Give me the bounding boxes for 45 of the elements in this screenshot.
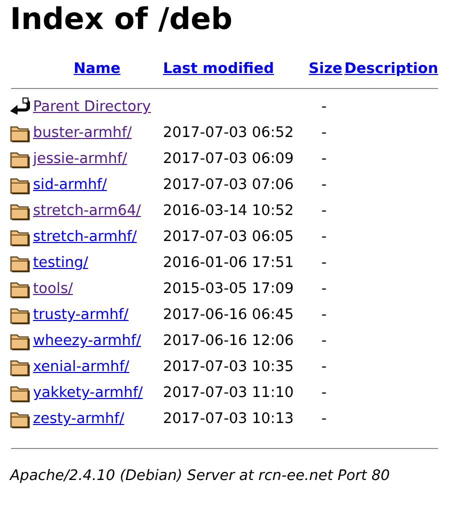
modified-date: 2017-07-03 11:10 (163, 385, 294, 401)
file-size: - (321, 255, 327, 271)
file-size: - (321, 151, 327, 167)
modified-date: 2017-07-03 10:13 (163, 411, 294, 427)
modified-date: 2017-07-03 06:52 (163, 125, 294, 141)
file-link[interactable]: stretch-armhf/ (33, 229, 137, 245)
modified-date: 2016-01-06 17:51 (163, 255, 294, 271)
server-signature: Apache/2.4.10 (Debian) Server at rcn-ee.net Port 80 (10, 468, 391, 484)
file-size: - (321, 385, 327, 401)
modified-date: 2017-07-03 07:06 (163, 177, 294, 193)
file-size: - (321, 125, 327, 141)
file-size: - (321, 333, 327, 349)
file-link[interactable]: trusty-armhf/ (33, 307, 129, 323)
file-link[interactable]: testing/ (33, 255, 88, 271)
file-link[interactable]: yakkety-armhf/ (33, 385, 143, 401)
file-link[interactable]: Parent Directory (33, 99, 151, 115)
column-header-link[interactable]: Name (74, 61, 120, 77)
modified-date: 2017-07-03 10:35 (163, 359, 294, 375)
modified-date: 2017-06-16 12:06 (163, 333, 294, 349)
modified-date: 2017-07-03 06:09 (163, 151, 294, 167)
file-size: - (321, 177, 327, 193)
file-link[interactable]: stretch-arm64/ (33, 203, 141, 219)
modified-date: 2015-03-05 17:09 (163, 281, 294, 297)
page-title: Index of /deb (10, 1, 234, 38)
file-link[interactable]: xenial-armhf/ (33, 359, 130, 375)
file-link[interactable]: zesty-armhf/ (33, 411, 124, 427)
back-arrow-icon (10, 97, 30, 117)
file-size: - (321, 203, 327, 219)
file-link[interactable]: jessie-armhf/ (33, 151, 128, 167)
file-link[interactable]: wheezy-armhf/ (33, 333, 141, 349)
modified-date: 2017-07-03 06:05 (163, 229, 294, 245)
file-size: - (321, 281, 327, 297)
file-link[interactable]: buster-armhf/ (33, 125, 132, 141)
modified-date: 2016-03-14 10:52 (163, 203, 294, 219)
column-header-link[interactable]: Size (308, 61, 342, 77)
file-size: - (321, 99, 327, 115)
file-size: - (321, 411, 327, 427)
file-link[interactable]: tools/ (33, 281, 73, 297)
file-size: - (321, 359, 327, 375)
column-header-link[interactable]: Last modified (163, 61, 274, 77)
file-size: - (321, 229, 327, 245)
modified-date: 2017-06-16 06:45 (163, 307, 294, 323)
column-header-link[interactable]: Description (344, 61, 438, 77)
file-size: - (321, 307, 327, 323)
file-link[interactable]: sid-armhf/ (33, 177, 107, 193)
